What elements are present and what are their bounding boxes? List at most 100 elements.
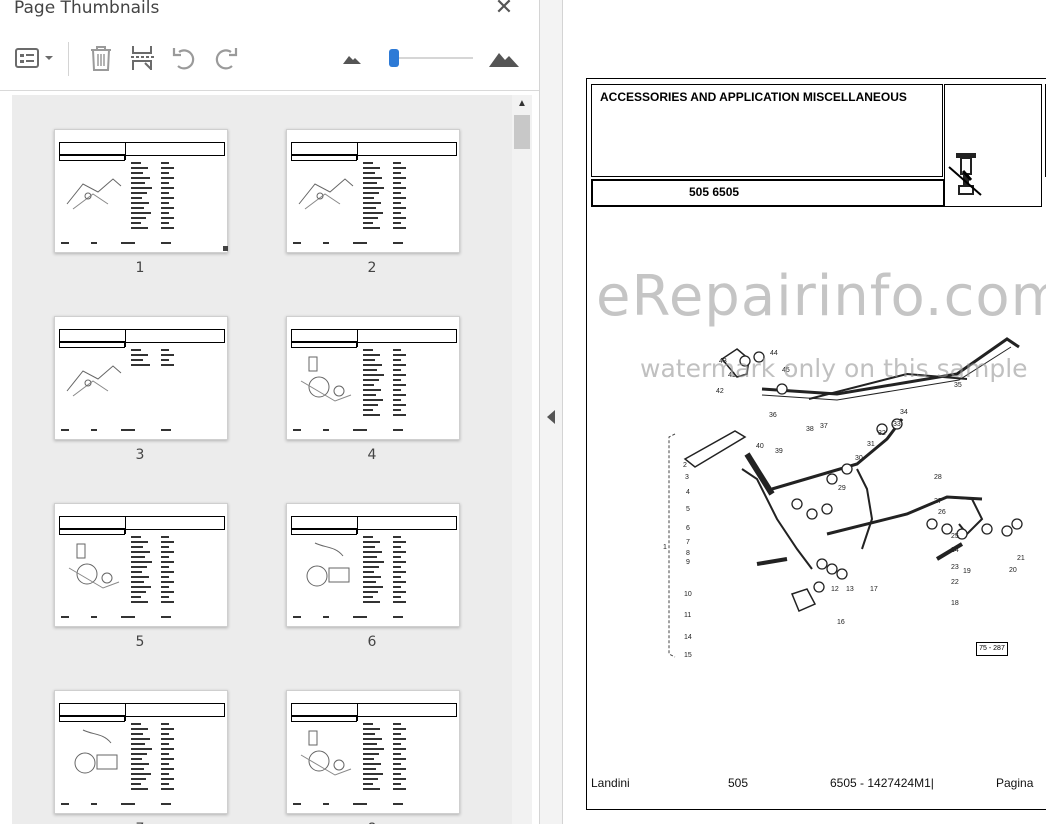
header-box: ACCESSORIES AND APPLICATION MISCELLANEOU… bbox=[591, 84, 943, 177]
footer-brand: Landini bbox=[591, 776, 630, 790]
selection-handle[interactable] bbox=[223, 246, 228, 251]
thumbnail-subheader bbox=[291, 528, 357, 535]
trash-icon bbox=[91, 46, 111, 71]
page-thumbnail-label: 6 bbox=[367, 634, 377, 650]
diagram-callout: 20 bbox=[1009, 567, 1017, 574]
page-thumbnail[interactable] bbox=[54, 129, 228, 253]
scroll-up-arrow-icon[interactable]: ▲ bbox=[512, 95, 532, 113]
thumbnail-footer bbox=[293, 803, 403, 805]
collapse-panel-arrow-icon[interactable] bbox=[547, 410, 555, 424]
thumbnail-subheader bbox=[291, 715, 357, 722]
watermark-sub: watermark only on this sample bbox=[640, 354, 1028, 383]
diagram-callout: 2 bbox=[683, 462, 687, 469]
diagram-washer bbox=[816, 558, 828, 570]
thumbnail-subheader bbox=[59, 528, 125, 535]
panel-header: Page Thumbnails ✕ bbox=[0, 0, 539, 30]
page-thumbnail[interactable] bbox=[54, 316, 228, 440]
diagram-callout: 26 bbox=[938, 509, 946, 516]
page-thumbnail[interactable] bbox=[54, 503, 228, 627]
thumbnail-footer bbox=[61, 803, 171, 805]
footer-reference: 6505 - 1427424M1| bbox=[830, 776, 934, 790]
diagram-callout: 40 bbox=[756, 443, 764, 450]
thumbnail-subheader bbox=[291, 154, 357, 161]
figure-code: 75 - 287 bbox=[976, 642, 1008, 656]
thumbnail-text-lines bbox=[131, 349, 174, 366]
panel-splitter[interactable] bbox=[539, 0, 563, 824]
diagram-callout: 13 bbox=[846, 586, 854, 593]
diagram-callout: 14 bbox=[684, 634, 692, 641]
diagram-washer bbox=[791, 498, 803, 510]
diagram-callout: 25 bbox=[951, 533, 959, 540]
scroll-thumb[interactable] bbox=[514, 115, 530, 149]
thumbnail-footer bbox=[293, 242, 403, 244]
watermark-main: eRepairinfo.com bbox=[596, 264, 1046, 329]
diagram-callout: 12 bbox=[831, 586, 839, 593]
thumbnail-text-lines bbox=[131, 162, 174, 229]
diagram-callout: 10 bbox=[684, 591, 692, 598]
list-options-icon bbox=[15, 48, 53, 68]
document-view[interactable]: ACCESSORIES AND APPLICATION MISCELLANEOU… bbox=[563, 0, 1046, 824]
thumbnail-drawing bbox=[306, 542, 350, 587]
thumbnail-list: 1 2 3 4 5 6 bbox=[12, 95, 512, 824]
diagram-callout: 28 bbox=[934, 474, 942, 481]
thumbnail-text-lines bbox=[131, 723, 174, 790]
thumbnail-drawing bbox=[298, 178, 354, 210]
diagram-callout: 4 bbox=[686, 489, 690, 496]
diagram-callout: 32 bbox=[878, 430, 886, 437]
page-thumbnail[interactable] bbox=[286, 503, 460, 627]
thumbnail-text-lines bbox=[363, 349, 406, 416]
thumbnail-footer bbox=[61, 242, 171, 244]
smaller-thumbnails-button[interactable] bbox=[340, 40, 364, 76]
page-thumbnail-label: 1 bbox=[135, 260, 145, 276]
rotate-clockwise-button[interactable] bbox=[211, 40, 241, 76]
diagram-callout: 36 bbox=[769, 412, 777, 419]
page-thumbnail-label: 4 bbox=[367, 447, 377, 463]
thumbnail-subheader bbox=[291, 341, 357, 348]
close-panel-button[interactable]: ✕ bbox=[494, 0, 514, 18]
thumbnail-text-lines bbox=[363, 162, 406, 229]
page-thumbnail[interactable] bbox=[286, 316, 460, 440]
page-thumbnail-label: 5 bbox=[135, 634, 145, 650]
diagram-washer bbox=[981, 523, 993, 535]
page-thumbnail[interactable] bbox=[286, 129, 460, 253]
thumbnail-scrollbar[interactable]: ▲ bbox=[512, 95, 532, 824]
thumbnail-options-button[interactable] bbox=[14, 40, 58, 76]
model-number: 505 6505 bbox=[689, 185, 740, 199]
diagram-washer bbox=[813, 581, 825, 593]
thumbnail-header-divider bbox=[357, 329, 358, 347]
thumbnail-subheader bbox=[59, 341, 125, 348]
thumbnail-drawing bbox=[74, 729, 118, 774]
thumbnail-drawing bbox=[300, 730, 352, 776]
toolbar-separator bbox=[68, 42, 69, 76]
thumbnail-text-lines bbox=[131, 536, 174, 603]
diagram-callout: 42 bbox=[716, 388, 724, 395]
thumbnail-text-lines bbox=[363, 536, 406, 603]
insert-page-button[interactable] bbox=[128, 40, 158, 76]
thumbnail-header-divider bbox=[125, 142, 126, 160]
page-thumbnail[interactable] bbox=[54, 690, 228, 814]
model-box: 505 6505 bbox=[591, 179, 945, 207]
thumbnail-footer bbox=[61, 616, 171, 618]
footer-page: Pagina bbox=[996, 776, 1034, 790]
diagram-callout: 8 bbox=[686, 550, 690, 557]
diagram-clip bbox=[791, 588, 817, 612]
page-header-title: ACCESSORIES AND APPLICATION MISCELLANEOU… bbox=[600, 90, 907, 104]
diagram-link bbox=[856, 468, 874, 550]
thumbnail-header-divider bbox=[125, 516, 126, 534]
delete-pages-button[interactable] bbox=[86, 40, 116, 76]
diagram-callout: 1 bbox=[663, 544, 667, 551]
slider-thumb[interactable] bbox=[389, 49, 399, 67]
diagram-lever bbox=[741, 468, 813, 570]
thumbnail-subheader bbox=[59, 715, 125, 722]
diagram-callout: 27 bbox=[934, 498, 942, 505]
thumbnail-drawing bbox=[66, 178, 122, 210]
slider-track[interactable] bbox=[389, 49, 473, 67]
diagram-callout: 19 bbox=[963, 568, 971, 575]
page-thumbnail-label: 3 bbox=[135, 447, 145, 463]
diagram-callout: 31 bbox=[867, 441, 875, 448]
larger-thumbnails-button[interactable] bbox=[487, 40, 521, 76]
diagram-callout: 24 bbox=[951, 547, 959, 554]
insert-page-icon bbox=[131, 46, 155, 70]
rotate-counterclockwise-button[interactable] bbox=[169, 40, 199, 76]
page-thumbnail[interactable] bbox=[286, 690, 460, 814]
